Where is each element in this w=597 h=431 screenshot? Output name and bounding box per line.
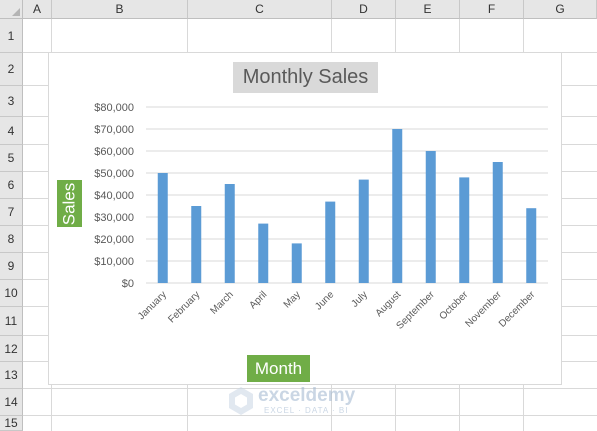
- bar-july[interactable]: [358, 179, 369, 283]
- y-tick-label: $60,000: [94, 146, 134, 158]
- bar-march[interactable]: [224, 184, 235, 283]
- bar-june[interactable]: [325, 201, 336, 283]
- y-tick-label: $40,000: [94, 190, 134, 202]
- x-tick-label: October: [437, 289, 470, 322]
- bar-december[interactable]: [526, 208, 537, 283]
- bar-august[interactable]: [392, 129, 403, 283]
- x-tick-label: August: [374, 289, 404, 319]
- bar-february[interactable]: [191, 206, 202, 283]
- y-axis-title[interactable]: Sales: [57, 180, 82, 227]
- y-tick-label: $10,000: [94, 256, 134, 268]
- x-tick-label: January: [136, 289, 169, 322]
- watermark-name: exceldemy: [258, 385, 356, 406]
- y-tick-label: $20,000: [94, 234, 134, 246]
- x-tick-label: March: [208, 289, 235, 316]
- bar-may[interactable]: [291, 243, 302, 283]
- watermark-logo-icon: [229, 387, 253, 415]
- x-tick-label: May: [282, 289, 303, 310]
- y-tick-label: $0: [122, 278, 134, 290]
- x-tick-label: December: [497, 289, 538, 330]
- x-tick-label: June: [313, 289, 336, 312]
- bar-january[interactable]: [157, 173, 168, 283]
- y-tick-label: $50,000: [94, 168, 134, 180]
- x-tick-label: April: [247, 289, 269, 311]
- y-tick-label: $80,000: [94, 102, 134, 114]
- y-tick-label: $70,000: [94, 124, 134, 136]
- chart-title[interactable]: Monthly Sales: [233, 62, 378, 93]
- bar-april[interactable]: [258, 223, 269, 283]
- x-axis-title[interactable]: Month: [247, 355, 310, 382]
- watermark-tagline: EXCEL · DATA · BI: [264, 406, 349, 415]
- bar-september[interactable]: [425, 151, 436, 283]
- watermark: exceldemy EXCEL · DATA · BI: [228, 384, 378, 418]
- y-tick-label: $30,000: [94, 212, 134, 224]
- x-tick-label: February: [166, 289, 202, 325]
- bar-october[interactable]: [459, 177, 470, 283]
- bar-november[interactable]: [492, 162, 503, 283]
- y-axis-title-text: Sales: [59, 182, 79, 225]
- x-tick-label: July: [350, 289, 370, 309]
